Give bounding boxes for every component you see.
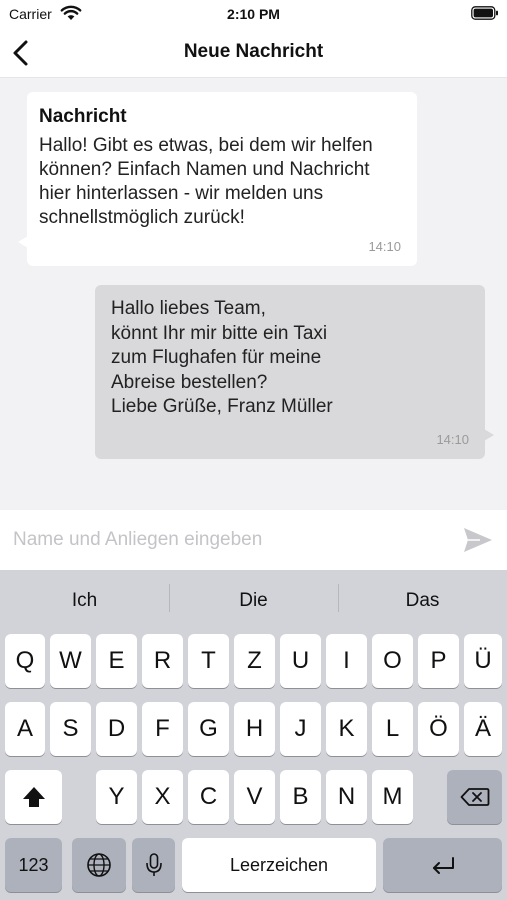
message-composer — [0, 510, 507, 570]
shift-icon — [5, 770, 62, 824]
key[interactable]: N — [326, 770, 367, 824]
key[interactable]: A — [5, 702, 45, 756]
key[interactable]: U — [280, 634, 321, 688]
status-time: 2:10 PM — [227, 6, 280, 22]
key[interactable]: Ö — [418, 702, 459, 756]
key[interactable]: C — [188, 770, 229, 824]
outgoing-message-line: Liebe Grüße, Franz Müller — [111, 396, 333, 417]
key[interactable]: Ü — [464, 634, 502, 688]
outgoing-message-bubble: Hallo liebes Team, könnt Ihr mir bitte e… — [95, 285, 494, 459]
return-icon — [383, 838, 502, 892]
key[interactable]: J — [280, 702, 321, 756]
incoming-message-title: Nachricht — [39, 106, 127, 127]
key[interactable]: D — [96, 702, 137, 756]
numbers-key[interactable]: 123 — [5, 838, 62, 892]
key[interactable]: Z — [234, 634, 275, 688]
chat-area[interactable]: Nachricht Hallo! Gibt es etwas, bei dem … — [0, 78, 507, 510]
outgoing-message-line: Hallo liebes Team, — [111, 298, 266, 319]
suggestion-item[interactable]: Ich — [0, 570, 169, 630]
key[interactable]: Q — [5, 634, 45, 688]
outgoing-message-time: 14:10 — [436, 432, 469, 447]
microphone-key[interactable] — [132, 838, 175, 892]
suggestion-item[interactable]: Das — [338, 570, 507, 630]
status-bar: Carrier 2:10 PM — [0, 0, 507, 28]
key[interactable]: P — [418, 634, 459, 688]
backspace-key[interactable] — [447, 770, 502, 824]
message-input[interactable] — [0, 510, 455, 570]
outgoing-message-line: Abreise bestellen? — [111, 371, 268, 393]
suggestion-bar: Ich Die Das — [0, 570, 507, 630]
send-icon — [462, 528, 494, 558]
microphone-icon — [132, 838, 175, 892]
battery-icon — [471, 6, 499, 20]
outgoing-message-line: könnt Ihr mir bitte ein Taxi — [111, 322, 328, 344]
key[interactable]: T — [188, 634, 229, 688]
key[interactable]: R — [142, 634, 183, 688]
key[interactable]: B — [280, 770, 321, 824]
key[interactable]: Ä — [464, 702, 502, 756]
key[interactable]: H — [234, 702, 275, 756]
outgoing-message-line: zum Flughafen für meine — [111, 347, 322, 368]
navigation-bar: Neue Nachricht — [0, 28, 507, 78]
key[interactable]: X — [142, 770, 183, 824]
send-button[interactable] — [462, 526, 494, 554]
incoming-message-time: 14:10 — [368, 239, 401, 254]
keyboard: Ich Die Das Q W E R T Z U I O P Ü A S D … — [0, 570, 507, 900]
key[interactable]: Y — [96, 770, 137, 824]
key[interactable]: V — [234, 770, 275, 824]
space-key[interactable]: Leerzeichen — [182, 838, 376, 892]
key[interactable]: G — [188, 702, 229, 756]
key[interactable]: M — [372, 770, 413, 824]
key[interactable]: W — [50, 634, 91, 688]
key[interactable]: S — [50, 702, 91, 756]
key[interactable]: F — [142, 702, 183, 756]
page-title: Neue Nachricht — [183, 41, 324, 62]
suggestion-item[interactable]: Die — [169, 570, 338, 630]
backspace-icon — [447, 770, 502, 824]
incoming-message-text: Hallo! Gibt es etwas, bei dem wir helfen… — [39, 135, 373, 228]
key[interactable]: O — [372, 634, 413, 688]
incoming-message-bubble: Nachricht Hallo! Gibt es etwas, bei dem … — [18, 92, 417, 266]
globe-key[interactable] — [72, 838, 126, 892]
shift-key[interactable] — [5, 770, 62, 824]
key[interactable]: K — [326, 702, 367, 756]
key[interactable]: E — [96, 634, 137, 688]
key[interactable]: I — [326, 634, 367, 688]
globe-icon — [72, 838, 126, 892]
return-key[interactable] — [383, 838, 502, 892]
key[interactable]: L — [372, 702, 413, 756]
